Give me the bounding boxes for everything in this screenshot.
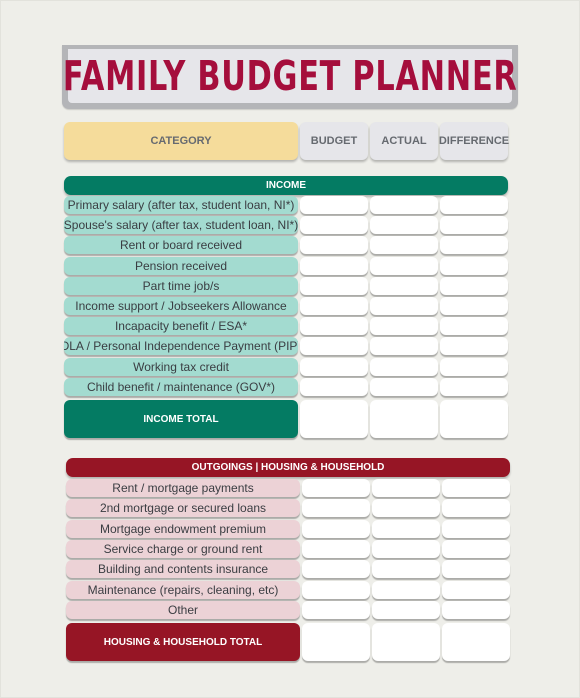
outgoings-actual-cell[interactable] (372, 499, 440, 518)
income-budget-cell[interactable] (300, 196, 368, 214)
income-category-label: Pension received (64, 256, 298, 275)
income-category-label: Incapacity benefit / ESA* (64, 317, 298, 336)
outgoings-actual-cell[interactable] (372, 600, 440, 619)
outgoings-budget-cell[interactable] (302, 560, 370, 579)
outgoings-actual-cell[interactable] (372, 560, 440, 579)
income-budget-cell[interactable] (300, 317, 368, 336)
outgoings-total-difference-cell[interactable] (442, 623, 510, 662)
outgoings-budget-cell[interactable] (302, 600, 370, 619)
income-category-label: Part time job/s (64, 276, 298, 295)
outgoings-budget-cell[interactable] (302, 519, 370, 538)
outgoings-actual-cell[interactable] (372, 479, 440, 497)
income-total-difference-cell[interactable] (440, 400, 508, 438)
outgoings-total-actual-cell[interactable] (372, 623, 440, 662)
income-difference-cell[interactable] (440, 337, 508, 356)
income-difference-cell[interactable] (440, 297, 508, 315)
income-total-budget-cell[interactable] (300, 400, 368, 438)
income-actual-cell[interactable] (370, 256, 438, 275)
outgoings-budget-cell[interactable] (302, 479, 370, 497)
income-budget-cell[interactable] (300, 256, 368, 275)
outgoings-actual-cell[interactable] (372, 539, 440, 558)
income-difference-cell[interactable] (440, 256, 508, 275)
income-difference-cell[interactable] (440, 377, 508, 396)
outgoings-category-label: Other (66, 600, 300, 619)
outgoings-difference-cell[interactable] (442, 479, 510, 497)
page-title: FAMILY BUDGET PLANNER (62, 52, 518, 100)
income-section-header: INCOME (64, 176, 508, 195)
outgoings-category-label: Service charge or ground rent (66, 539, 300, 558)
outgoings-category-label: Building and contents insurance (66, 560, 300, 579)
income-actual-cell[interactable] (370, 196, 438, 214)
outgoings-budget-cell[interactable] (302, 580, 370, 599)
outgoings-category-label: Rent / mortgage payments (66, 479, 300, 497)
income-category-label: Primary salary (after tax, student loan,… (64, 196, 298, 214)
income-difference-cell[interactable] (440, 276, 508, 295)
income-actual-cell[interactable] (370, 317, 438, 336)
outgoings-difference-cell[interactable] (442, 499, 510, 518)
outgoings-difference-cell[interactable] (442, 539, 510, 558)
outgoings-category-label: 2nd mortgage or secured loans (66, 499, 300, 518)
outgoings-actual-cell[interactable] (372, 519, 440, 538)
outgoings-budget-cell[interactable] (302, 539, 370, 558)
income-total-label: INCOME TOTAL (64, 400, 298, 438)
outgoings-difference-cell[interactable] (442, 580, 510, 599)
header-difference: DIFFERENCE (439, 122, 509, 160)
income-category-label: Child benefit / maintenance (GOV*) (64, 377, 298, 396)
outgoings-total-budget-cell[interactable] (302, 623, 370, 662)
outgoings-category-label: Mortgage endowment premium (66, 519, 300, 538)
income-category-label: DLA / Personal Independence Payment (PIP… (64, 337, 298, 356)
income-total-actual-cell[interactable] (370, 400, 438, 438)
income-category-label: Working tax credit (64, 357, 298, 376)
outgoings-budget-cell[interactable] (302, 499, 370, 518)
income-actual-cell[interactable] (370, 337, 438, 356)
income-budget-cell[interactable] (300, 236, 368, 255)
title-plaque-inner: FAMILY BUDGET PLANNER (63, 49, 517, 103)
income-actual-cell[interactable] (370, 236, 438, 255)
income-budget-cell[interactable] (300, 357, 368, 376)
income-category-label: Income support / Jobseekers Allowance (64, 297, 298, 315)
income-difference-cell[interactable] (440, 317, 508, 336)
income-difference-cell[interactable] (440, 216, 508, 235)
income-category-label: Rent or board received (64, 236, 298, 255)
income-budget-cell[interactable] (300, 276, 368, 295)
header-category: CATEGORY (64, 122, 298, 160)
outgoings-difference-cell[interactable] (442, 600, 510, 619)
income-actual-cell[interactable] (370, 216, 438, 235)
header-budget: BUDGET (300, 122, 368, 160)
income-actual-cell[interactable] (370, 297, 438, 315)
income-category-label: Spouse's salary (after tax, student loan… (64, 216, 298, 235)
outgoings-difference-cell[interactable] (442, 560, 510, 579)
income-budget-cell[interactable] (300, 337, 368, 356)
outgoings-section-header: OUTGOINGS | HOUSING & HOUSEHOLD (66, 458, 510, 477)
outgoings-difference-cell[interactable] (442, 519, 510, 538)
income-actual-cell[interactable] (370, 377, 438, 396)
income-difference-cell[interactable] (440, 236, 508, 255)
income-budget-cell[interactable] (300, 377, 368, 396)
title-plaque: FAMILY BUDGET PLANNER (62, 45, 518, 109)
income-actual-cell[interactable] (370, 357, 438, 376)
outgoings-category-label: Maintenance (repairs, cleaning, etc) (66, 580, 300, 599)
income-difference-cell[interactable] (440, 357, 508, 376)
income-difference-cell[interactable] (440, 196, 508, 214)
income-budget-cell[interactable] (300, 216, 368, 235)
income-budget-cell[interactable] (300, 297, 368, 315)
header-actual: ACTUAL (370, 122, 438, 160)
income-actual-cell[interactable] (370, 276, 438, 295)
outgoings-total-label: HOUSING & HOUSEHOLD TOTAL (66, 623, 300, 662)
outgoings-actual-cell[interactable] (372, 580, 440, 599)
